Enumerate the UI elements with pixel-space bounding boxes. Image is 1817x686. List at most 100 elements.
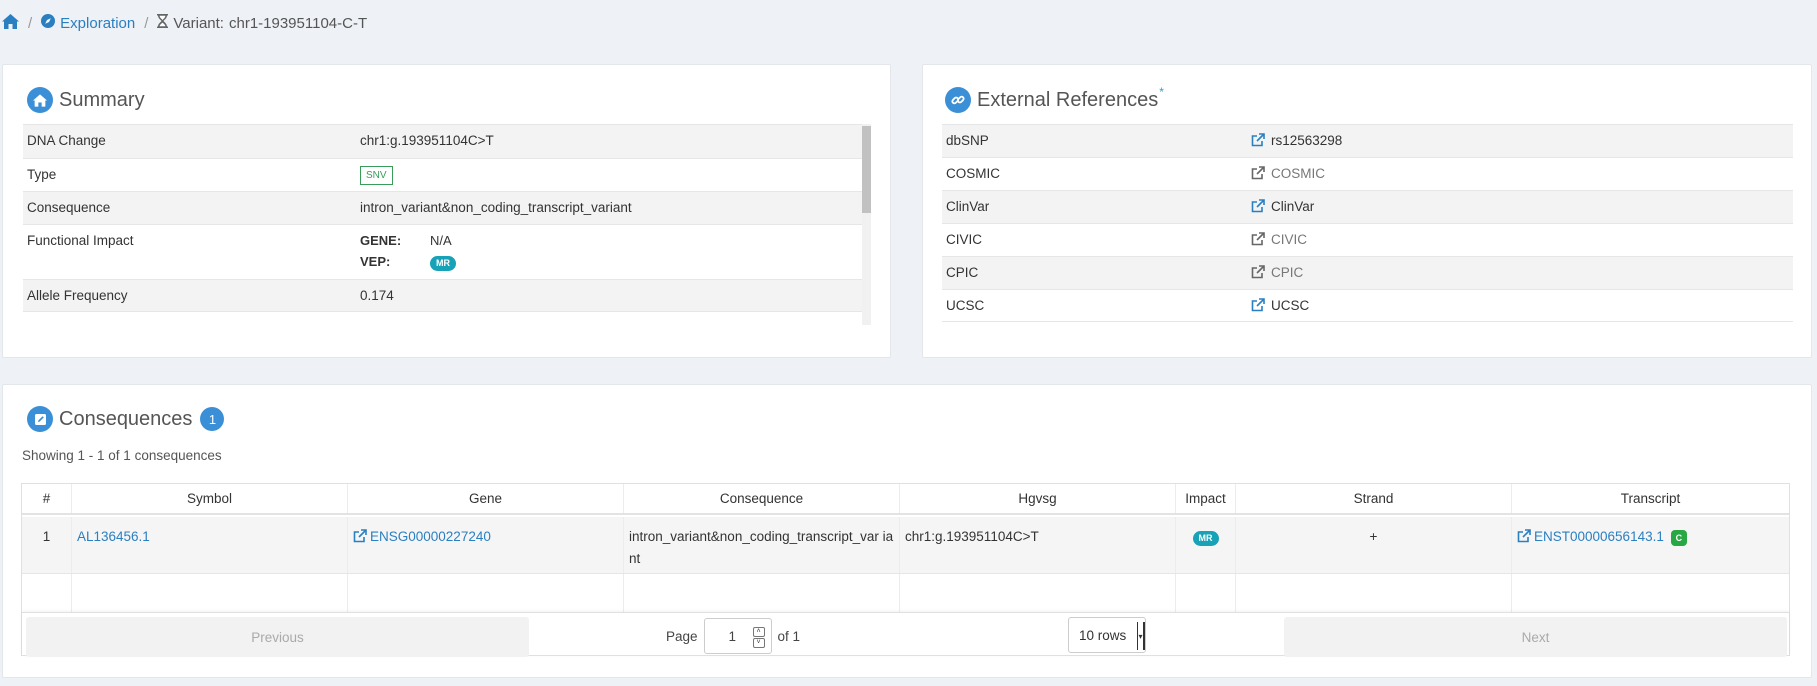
cosmic-link-text: COSMIC: [1271, 166, 1325, 181]
page-number-input[interactable]: 1 ˄ ˅: [703, 618, 772, 654]
stepper-down-icon[interactable]: ˅: [752, 638, 765, 648]
external-key: COSMIC: [946, 166, 1000, 181]
stepper-up-icon[interactable]: ˄: [752, 627, 765, 637]
column-header-strand[interactable]: Strand: [1236, 484, 1512, 513]
gene-label: GENE:: [360, 233, 402, 248]
consequences-title-text: Consequences: [59, 407, 193, 430]
external-key: UCSC: [946, 298, 985, 313]
pagination: Previous Page 1 ˄ ˅ of 1 10 rows ▾ Next: [22, 612, 1789, 657]
summary-row-allele-frequency: Allele Frequency 0.174: [23, 279, 862, 312]
ucsc-link-text: UCSC: [1271, 298, 1310, 313]
summary-scrollbar-thumb[interactable]: [862, 126, 871, 213]
external-link-icon: [1251, 265, 1265, 282]
column-header-hgvsg[interactable]: Hgvsg: [900, 484, 1176, 513]
rows-per-page-value: 10 rows: [1079, 627, 1127, 643]
external-link-icon: [353, 528, 367, 550]
column-header-consequence[interactable]: Consequence: [624, 484, 900, 513]
external-row-cpic: CPIC CPIC: [942, 256, 1793, 289]
ucsc-link[interactable]: UCSC: [1251, 290, 1309, 315]
consequences-table: # Symbol Gene Consequence Hgvsg Impact S…: [21, 483, 1790, 657]
external-key: CIVIC: [946, 232, 983, 247]
summary-table: DNA Change chr1:g.193951104C>T Type SNV …: [23, 124, 862, 312]
gene-value: N/A: [430, 233, 452, 248]
external-row-clinvar: ClinVar ClinVar: [942, 190, 1793, 223]
consequences-count-badge: 1: [200, 407, 225, 431]
transcript-link[interactable]: ENST00000656143.1: [1517, 529, 1668, 544]
cpic-link-text: CPIC: [1271, 265, 1304, 280]
breadcrumb-exploration-label: Exploration: [60, 14, 136, 32]
rows-per-page-select[interactable]: 10 rows ▾: [1068, 617, 1146, 653]
breadcrumb-exploration[interactable]: Exploration: [41, 14, 135, 32]
external-references-table: dbSNP rs12563298 COSMIC COSMIC ClinVar C…: [942, 124, 1793, 322]
summary-scrollbar[interactable]: [862, 124, 871, 325]
link-icon: [945, 87, 971, 113]
external-row-dbsnp: dbSNP rs12563298: [942, 124, 1793, 157]
external-row-cosmic: COSMIC COSMIC: [942, 157, 1793, 190]
page-number-value: 1: [728, 628, 737, 644]
home-icon: [2, 13, 19, 33]
external-row-civic: CIVIC CIVIC: [942, 223, 1793, 256]
showing-summary: Showing 1 - 1 of 1 consequences: [22, 448, 222, 463]
dbsnp-link[interactable]: rs12563298: [1251, 125, 1342, 150]
symbol-link[interactable]: AL136456.1: [77, 529, 150, 544]
external-link-icon: [1251, 298, 1265, 315]
table-header: # Symbol Gene Consequence Hgvsg Impact S…: [22, 484, 1789, 515]
gene-link[interactable]: ENSG00000227240: [353, 529, 491, 544]
breadcrumb-separator: /: [144, 14, 149, 32]
summary-key: DNA Change: [27, 133, 106, 148]
column-header-number[interactable]: #: [22, 484, 72, 513]
previous-button[interactable]: Previous: [26, 617, 529, 657]
external-key: dbSNP: [946, 133, 989, 148]
external-link-icon: [1251, 133, 1265, 150]
external-link-icon: [1251, 199, 1265, 216]
external-link-icon: [1251, 232, 1265, 249]
summary-key: Consequence: [27, 200, 111, 215]
breadcrumb-separator: /: [28, 14, 33, 32]
transcript-link-text: ENST00000656143.1: [1534, 529, 1664, 544]
summary-key: Type: [27, 167, 57, 182]
external-key: CPIC: [946, 265, 979, 280]
summary-key: Functional Impact: [27, 233, 134, 248]
external-link-icon: [1251, 166, 1265, 183]
snv-badge: SNV: [360, 166, 393, 185]
hourglass-icon: [157, 14, 169, 32]
cell-consequence: intron_variant&non_coding_transcript_var…: [624, 517, 900, 573]
next-button[interactable]: Next: [1284, 617, 1787, 657]
consequences-title: Consequences 1: [27, 406, 225, 432]
column-header-transcript[interactable]: Transcript: [1512, 484, 1789, 513]
dbsnp-link-text: rs12563298: [1271, 133, 1343, 148]
table-row-empty: [22, 574, 1789, 612]
column-header-impact[interactable]: Impact: [1176, 484, 1236, 513]
external-references-title: External References *: [945, 85, 1164, 113]
summary-row-consequence: Consequence intron_variant&non_coding_tr…: [23, 191, 862, 224]
external-link-icon: [1517, 528, 1531, 550]
civic-link-disabled: CIVIC: [1251, 224, 1307, 249]
home-icon: [27, 87, 53, 113]
cosmic-link-disabled: COSMIC: [1251, 158, 1325, 183]
summary-panel: Summary DNA Change chr1:g.193951104C>T T…: [2, 64, 891, 358]
vep-impact-badge: MR: [430, 256, 456, 271]
cell-strand: +: [1236, 517, 1512, 573]
clinvar-link[interactable]: ClinVar: [1251, 191, 1314, 216]
summary-row-functional-impact: Functional Impact GENE: N/A VEP: MR: [23, 224, 862, 279]
page-stepper[interactable]: ˄ ˅: [752, 627, 765, 648]
summary-value: chr1:g.193951104C>T: [360, 133, 494, 148]
breadcrumb: / Exploration / Variant: chr1-193951104-…: [2, 12, 367, 34]
external-references-title-text: External References: [977, 88, 1159, 111]
home-link[interactable]: [2, 13, 19, 33]
page-label: Page: [666, 628, 698, 644]
cell-number: 1: [22, 517, 72, 573]
page-total: of 1: [777, 628, 801, 644]
column-header-symbol[interactable]: Symbol: [72, 484, 348, 513]
summary-value: intron_variant&non_coding_transcript_var…: [360, 200, 632, 215]
summary-title-text: Summary: [59, 88, 145, 111]
civic-link-text: CIVIC: [1271, 232, 1308, 247]
external-key: ClinVar: [946, 199, 990, 214]
summary-value: 0.174: [360, 288, 394, 303]
column-header-gene[interactable]: Gene: [348, 484, 624, 513]
summary-row-type: Type SNV: [23, 158, 862, 191]
gene-link-text: ENSG00000227240: [370, 529, 491, 544]
summary-row-dna-change: DNA Change chr1:g.193951104C>T: [23, 124, 862, 158]
breadcrumb-variant-id: chr1-193951104-C-T: [228, 14, 368, 32]
summary-key: Allele Frequency: [27, 288, 128, 303]
